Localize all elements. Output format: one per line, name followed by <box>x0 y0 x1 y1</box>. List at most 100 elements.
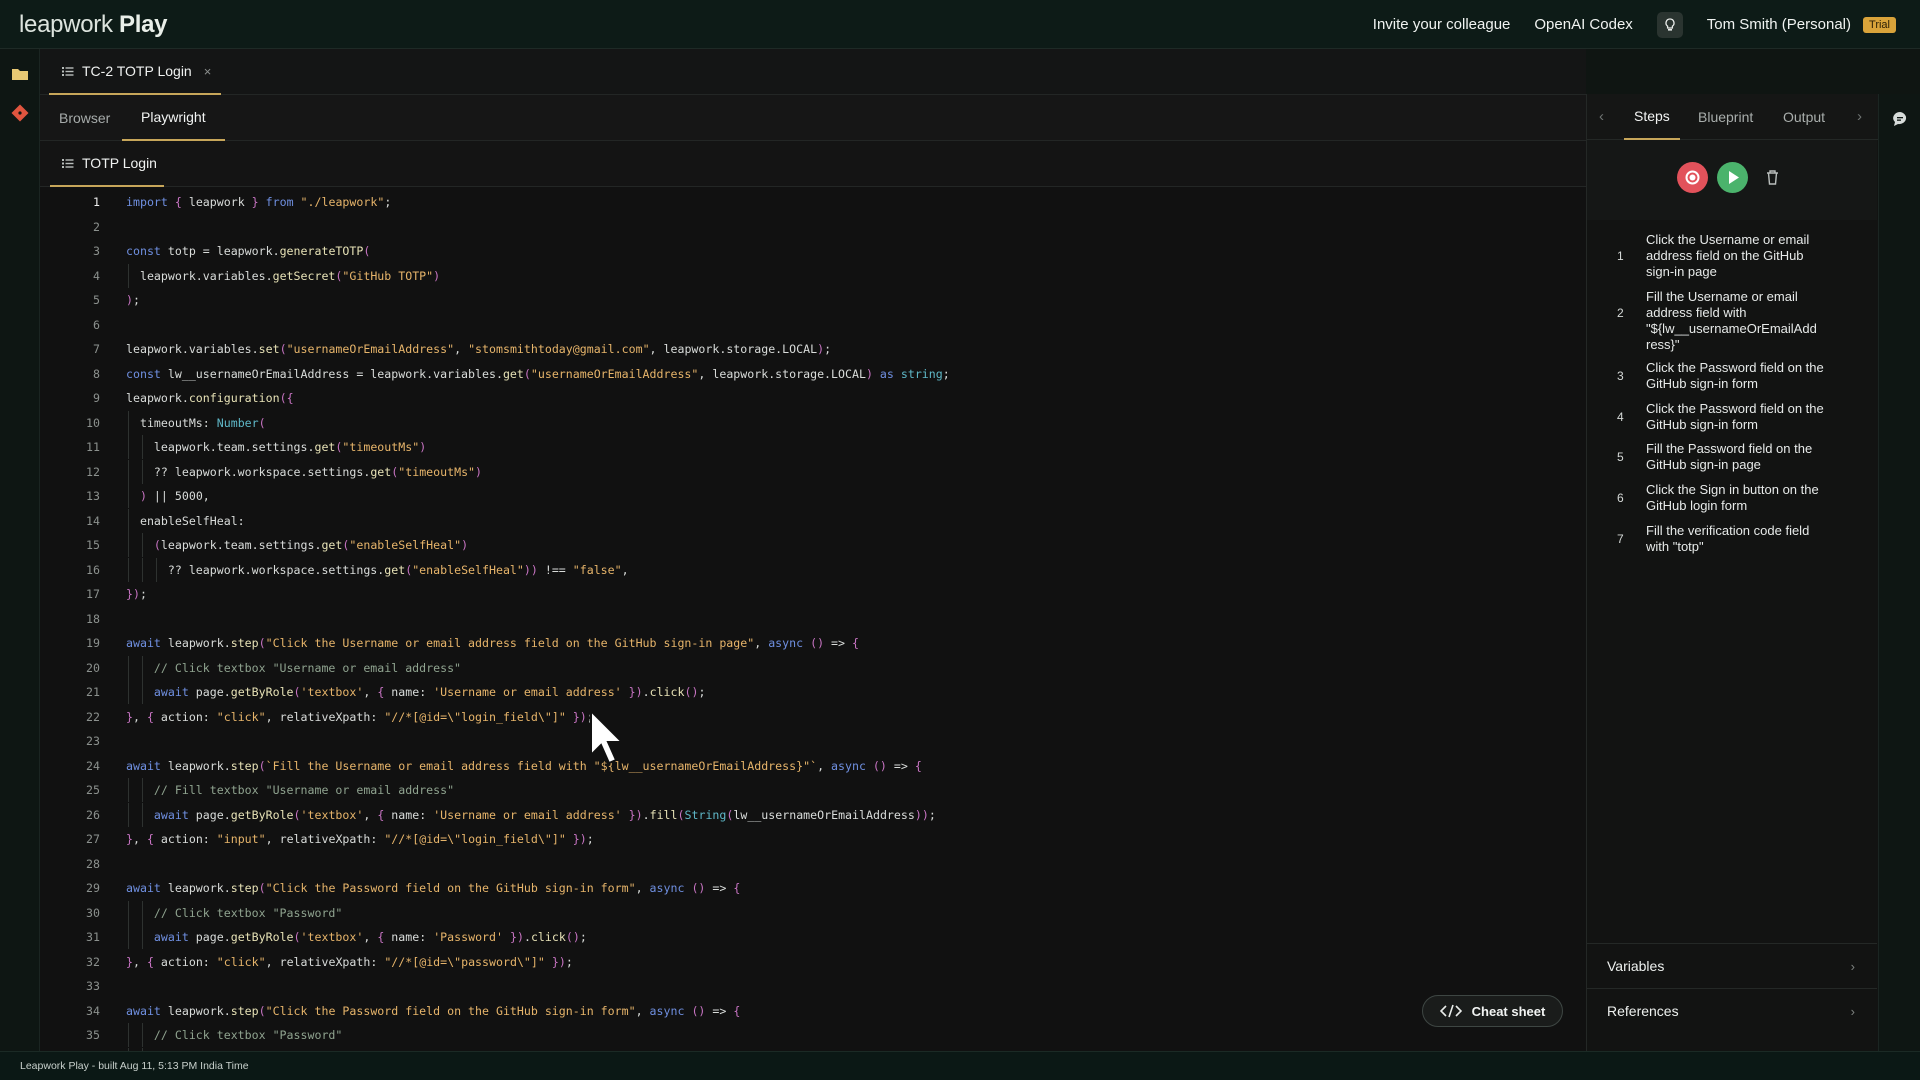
code-line[interactable]: 8 const lw__usernameOrEmailAddress = leap… <box>40 362 1586 386</box>
close-icon[interactable]: × <box>204 64 212 79</box>
tab-browser[interactable]: Browser <box>40 95 129 141</box>
code-text: // Fill textbox "Username or email addre… <box>126 783 455 797</box>
far-right-rail <box>1878 94 1920 1051</box>
line-number: 3 <box>93 244 100 258</box>
code-line[interactable]: 28 <box>40 852 1586 876</box>
code-line[interactable]: 6 <box>40 313 1586 337</box>
chat-icon[interactable] <box>1891 110 1909 128</box>
code-line[interactable]: 33 <box>40 974 1586 998</box>
lightbulb-icon[interactable] <box>1656 11 1683 38</box>
code-line[interactable]: 30 // Click textbox "Password" <box>40 900 1586 925</box>
line-number: 24 <box>86 758 100 773</box>
code-line[interactable]: 2 <box>40 215 1586 239</box>
step-number: 2 <box>1617 306 1624 320</box>
doc-tab-totp-login[interactable]: TOTP Login <box>50 141 164 187</box>
logo-text-bold: Play <box>119 11 168 38</box>
code-line[interactable]: 13 ) || 5000, <box>40 484 1586 508</box>
code-line[interactable]: 15 (leapwork.team.settings.get("enableSe… <box>40 533 1586 557</box>
right-panel-tabs: ‹ Steps Blueprint Output › <box>1587 94 1879 140</box>
code-line[interactable]: 22}, { action: "click", relativeXpath: "… <box>40 705 1586 729</box>
step-controls <box>1587 140 1877 220</box>
code-line[interactable]: 20 // Click textbox "Username or email a… <box>40 655 1586 680</box>
line-number: 4 <box>93 268 100 283</box>
code-line[interactable]: 29 await leapwork.step("Click the Passwor… <box>40 876 1586 900</box>
step-label: Fill the verification code field with "t… <box>1646 523 1810 554</box>
invite-colleague-link[interactable]: Invite your colleague <box>1373 16 1511 33</box>
variables-section[interactable]: Variables › <box>1587 943 1877 988</box>
code-text: (leapwork.team.settings.get("enableSelfH… <box>153 538 469 552</box>
step-number: 7 <box>1617 532 1624 546</box>
code-line[interactable]: 25 // Fill textbox "Username or email ad… <box>40 778 1586 802</box>
file-tab-tc2[interactable]: TC-2 TOTP Login × <box>49 49 221 95</box>
code-line[interactable]: 32}, { action: "click", relativeXpath: "… <box>40 950 1586 974</box>
line-number: 8 <box>93 366 100 381</box>
code-line[interactable]: 3 const totp = leapwork.generateTOTP( <box>40 239 1586 263</box>
record-button[interactable] <box>1677 162 1708 193</box>
code-line[interactable]: 26 await page.getByRole('textbox', { nam… <box>40 802 1586 827</box>
code-text: const totp = leapwork.generateTOTP( <box>126 244 371 258</box>
line-number: 29 <box>86 881 100 895</box>
tab-playwright[interactable]: Playwright <box>122 95 225 141</box>
user-menu[interactable]: Tom Smith (Personal) <box>1707 16 1851 33</box>
app-logo[interactable]: leapwork Play <box>19 11 168 39</box>
references-label: References <box>1607 1003 1679 1019</box>
code-line[interactable]: 34 await leapwork.step("Click the Passwor… <box>40 999 1586 1023</box>
editor-area: TC-2 TOTP Login × Browser Playwright TOT… <box>40 49 1586 1051</box>
tab-blueprint[interactable]: Blueprint <box>1698 94 1753 140</box>
document-bar: TOTP Login <box>40 141 1586 187</box>
references-section[interactable]: References › <box>1587 988 1877 1033</box>
code-line[interactable]: 17}); <box>40 582 1586 606</box>
code-line[interactable]: 14 enableSelfHeal: <box>40 508 1586 533</box>
code-line[interactable]: 21 await page.getByRole('textbox', { nam… <box>40 680 1586 704</box>
cheat-sheet-label: Cheat sheet <box>1471 1003 1546 1019</box>
line-number: 10 <box>86 415 100 430</box>
step-number: 5 <box>1617 450 1624 464</box>
line-number: 32 <box>86 954 100 969</box>
code-text: timeoutMs: Number( <box>126 415 266 430</box>
cheat-sheet-button[interactable]: Cheat sheet <box>1422 995 1563 1027</box>
delete-button[interactable] <box>1757 162 1788 193</box>
code-line[interactable]: 31 await page.getByRole('textbox', { nam… <box>40 925 1586 949</box>
line-number: 18 <box>86 611 100 626</box>
step-label: Click the Password field on the GitHub s… <box>1646 401 1824 432</box>
line-number: 2 <box>93 219 100 234</box>
openai-codex-link[interactable]: OpenAI Codex <box>1534 16 1632 33</box>
code-line[interactable]: 11 leapwork.team.settings.get("timeoutMs… <box>40 435 1586 459</box>
code-line[interactable]: 18 <box>40 607 1586 631</box>
chevron-right-icon[interactable]: › <box>1857 108 1862 125</box>
tab-steps[interactable]: Steps <box>1624 94 1680 140</box>
play-button[interactable] <box>1717 162 1748 193</box>
chevron-left-icon[interactable]: ‹ <box>1599 108 1604 125</box>
line-number: 20 <box>86 660 100 675</box>
code-line[interactable]: 9 leapwork.configuration({ <box>40 386 1586 410</box>
code-line[interactable]: 24 await leapwork.step(`Fill the Username… <box>40 754 1586 778</box>
code-text: leapwork.team.settings.get("timeoutMs") <box>126 440 427 454</box>
code-line[interactable]: 16 ?? leapwork.workspace.settings.get("e… <box>40 557 1586 582</box>
line-number: 21 <box>86 685 100 699</box>
list-icon <box>62 158 74 168</box>
line-number: 30 <box>86 905 100 920</box>
code-line[interactable]: 12 ?? leapwork.workspace.settings.get("t… <box>40 459 1586 484</box>
folder-icon[interactable] <box>11 65 29 83</box>
code-line[interactable]: 27}, { action: "input", relativeXpath: "… <box>40 827 1586 851</box>
code-text: await page.getByRole('textbox', { name: … <box>153 807 936 822</box>
code-text: // Click textbox "Password" <box>126 1028 343 1042</box>
line-number: 9 <box>93 391 100 405</box>
code-line[interactable]: 35 // Click textbox "Password" <box>40 1023 1586 1047</box>
doc-tab-label: TOTP Login <box>82 155 157 171</box>
record-icon <box>1685 170 1700 185</box>
git-icon[interactable] <box>11 104 29 122</box>
code-line[interactable]: 19 await leapwork.step("Click the Usernam… <box>40 631 1586 655</box>
code-text: ) || 5000, <box>139 489 210 503</box>
code-line[interactable]: 1 import { leapwork } from "./leapwork"; <box>40 190 1586 214</box>
code-editor[interactable]: 1 import { leapwork } from "./leapwork"; 2… <box>40 187 1586 1051</box>
line-number: 35 <box>86 1028 100 1042</box>
code-text: }, { action: "input", relativeXpath: "//… <box>126 832 594 846</box>
tab-output[interactable]: Output <box>1783 94 1825 140</box>
code-line[interactable]: 7 leapwork.variables.set("usernameOrEmail… <box>40 337 1586 361</box>
code-line[interactable]: 4 leapwork.variables.getSecret("GitHub T… <box>40 263 1586 288</box>
code-line[interactable]: 5); <box>40 288 1586 312</box>
code-line[interactable]: 23 <box>40 729 1586 753</box>
step-number: 6 <box>1617 491 1624 505</box>
code-line[interactable]: 10 timeoutMs: Number( <box>40 410 1586 435</box>
